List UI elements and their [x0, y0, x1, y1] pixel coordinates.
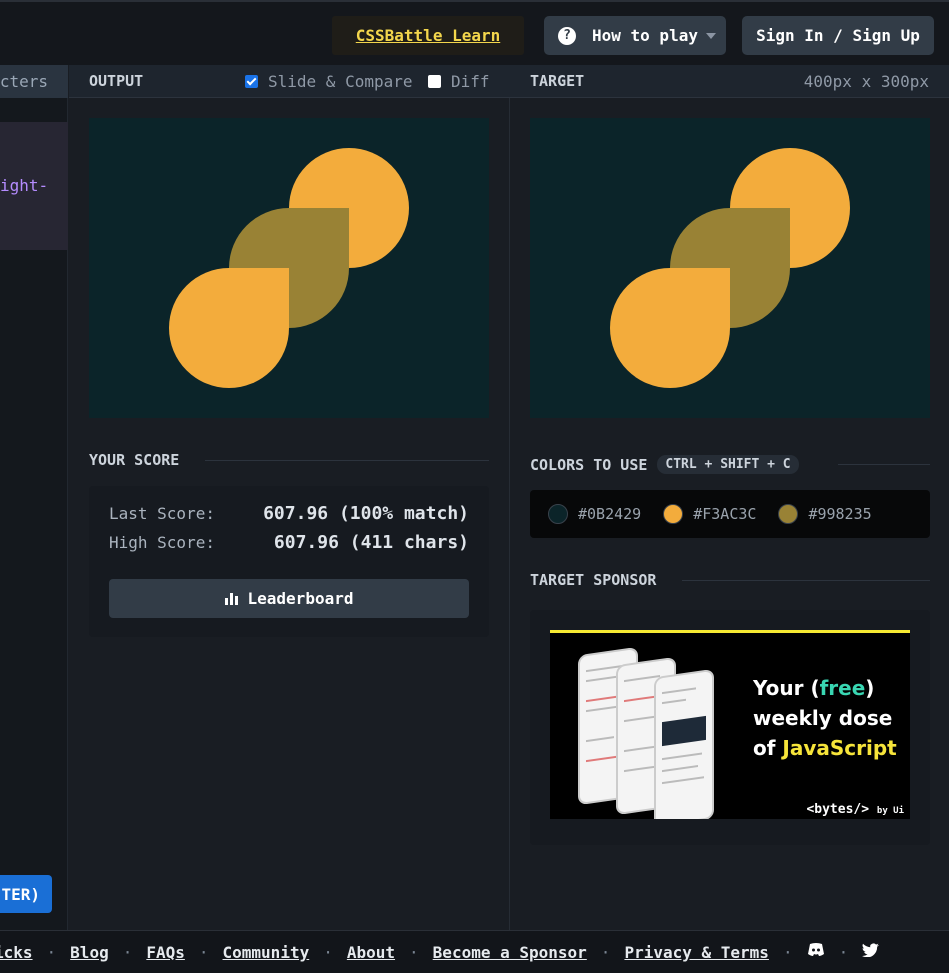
last-score-label: Last Score:	[109, 504, 215, 523]
color-dot	[663, 504, 684, 524]
ad-line-1: Your (free)	[753, 673, 897, 703]
ad-js-text: JavaScript	[782, 736, 897, 760]
editor-pane: cters ight- TER)	[0, 65, 68, 930]
ad-text: of	[753, 736, 783, 760]
leaderboard-button[interactable]: Leaderboard	[109, 579, 469, 618]
footer-separator: ·	[838, 942, 849, 962]
output-title: OUTPUT	[89, 72, 144, 90]
footer-link-sponsor[interactable]: Become a Sponsor	[433, 943, 587, 962]
bar-chart-icon	[224, 592, 238, 605]
cssbattle-learn-link[interactable]: CSSBattle Learn	[332, 16, 524, 55]
ad-text: Your (	[753, 676, 820, 700]
sponsor-ad[interactable]: Your (free) weekly dose of JavaScript <b…	[550, 630, 910, 819]
target-dimensions: 400px x 300px	[803, 71, 929, 91]
checkbox-unchecked-icon[interactable]	[428, 74, 441, 88]
sponsor-section-title: TARGET SPONSOR	[530, 571, 657, 589]
footer: icks · Blog · FAQs · Community · About ·…	[0, 930, 949, 973]
color-swatch[interactable]: #0B2429	[548, 504, 641, 524]
phone-mockup-image	[654, 668, 714, 819]
leaderboard-label: Leaderboard	[247, 589, 354, 608]
color-dot	[778, 504, 799, 524]
question-circle-icon: ?	[558, 26, 576, 45]
output-header: OUTPUT Slide & Compare Diff	[69, 65, 510, 98]
sign-in-button[interactable]: Sign In / Sign Up	[742, 16, 934, 55]
top-bar: CSSBattle Learn ? How to play Sign In / …	[0, 0, 949, 65]
high-score-label: High Score:	[109, 533, 215, 552]
color-hex: #F3AC3C	[693, 505, 757, 523]
footer-link-privacy[interactable]: Privacy & Terms	[624, 943, 769, 962]
slide-compare-checkbox[interactable]: Slide & Compare	[245, 72, 413, 91]
how-to-play-label: How to play	[592, 26, 698, 45]
section-divider	[205, 460, 489, 461]
bottom-drop-shape	[610, 268, 730, 388]
footer-separator: ·	[46, 942, 57, 962]
diff-label: Diff	[451, 71, 490, 91]
footer-separator: ·	[600, 942, 611, 962]
high-score-row: High Score: 607.96 (411 chars)	[109, 532, 469, 553]
footer-separator: ·	[198, 942, 209, 962]
footer-link-tricks[interactable]: icks	[0, 943, 33, 962]
ad-headline: Your (free) weekly dose of JavaScript	[753, 673, 897, 763]
footer-separator: ·	[323, 942, 333, 962]
color-swatch[interactable]: #998235	[778, 504, 872, 524]
footer-link-blog[interactable]: Blog	[70, 943, 109, 962]
shortcut-badge: CTRL + SHIFT + C	[657, 455, 799, 474]
target-canvas	[530, 118, 930, 418]
footer-link-faqs[interactable]: FAQs	[146, 943, 185, 962]
high-score-value: 607.96 (411 chars)	[273, 532, 469, 553]
diff-checkbox[interactable]: Diff	[428, 72, 490, 91]
target-header: TARGET 400px x 300px	[510, 65, 949, 98]
footer-separator: ·	[122, 942, 133, 962]
output-canvas[interactable]	[89, 118, 489, 418]
discord-icon[interactable]	[807, 943, 825, 961]
pane-divider[interactable]	[509, 98, 510, 930]
last-score-value: 607.96 (100% match)	[263, 503, 469, 524]
footer-link-about[interactable]: About	[347, 943, 395, 962]
checkbox-checked-icon[interactable]	[245, 74, 258, 88]
bytes-logo: <bytes/> by Ui	[806, 802, 904, 817]
chevron-down-icon	[706, 32, 716, 39]
colors-panel: #0B2429 #F3AC3C #998235	[530, 490, 930, 538]
twitter-icon[interactable]	[862, 943, 880, 961]
logo-text: <bytes/>	[806, 802, 870, 817]
color-dot	[548, 504, 568, 524]
code-editor[interactable]: ight-	[0, 122, 68, 250]
color-hex: #0B2429	[578, 505, 642, 523]
how-to-play-button[interactable]: ? How to play	[544, 16, 726, 55]
last-score-row: Last Score: 607.96 (100% match)	[109, 503, 469, 524]
slide-compare-label: Slide & Compare	[268, 71, 413, 91]
logo-by-text: by Ui	[876, 806, 904, 816]
section-divider	[838, 464, 930, 465]
bottom-drop-shape	[169, 268, 289, 388]
ad-free-text: free	[819, 676, 866, 700]
footer-separator: ·	[409, 942, 419, 962]
editor-header: cters	[0, 65, 68, 98]
target-title: TARGET	[530, 72, 585, 90]
submit-button[interactable]: TER)	[0, 875, 52, 913]
score-panel: Last Score: 607.96 (100% match) High Sco…	[89, 486, 489, 637]
ad-line-2: weekly dose	[753, 706, 893, 730]
color-swatch[interactable]: #F3AC3C	[663, 504, 756, 524]
sponsor-panel: Your (free) weekly dose of JavaScript <b…	[530, 610, 930, 845]
ad-line-3: of JavaScript	[753, 733, 897, 763]
footer-link-community[interactable]: Community	[223, 943, 310, 962]
ad-text: )	[865, 676, 875, 700]
score-section-title: YOUR SCORE	[89, 451, 180, 469]
colors-title: COLORS TO USE	[530, 455, 648, 474]
footer-separator: ·	[782, 942, 793, 962]
color-hex: #998235	[808, 505, 872, 523]
colors-section-title: COLORS TO USE CTRL + SHIFT + C	[530, 455, 799, 474]
code-line: ight-	[0, 176, 49, 195]
section-divider	[682, 580, 930, 581]
